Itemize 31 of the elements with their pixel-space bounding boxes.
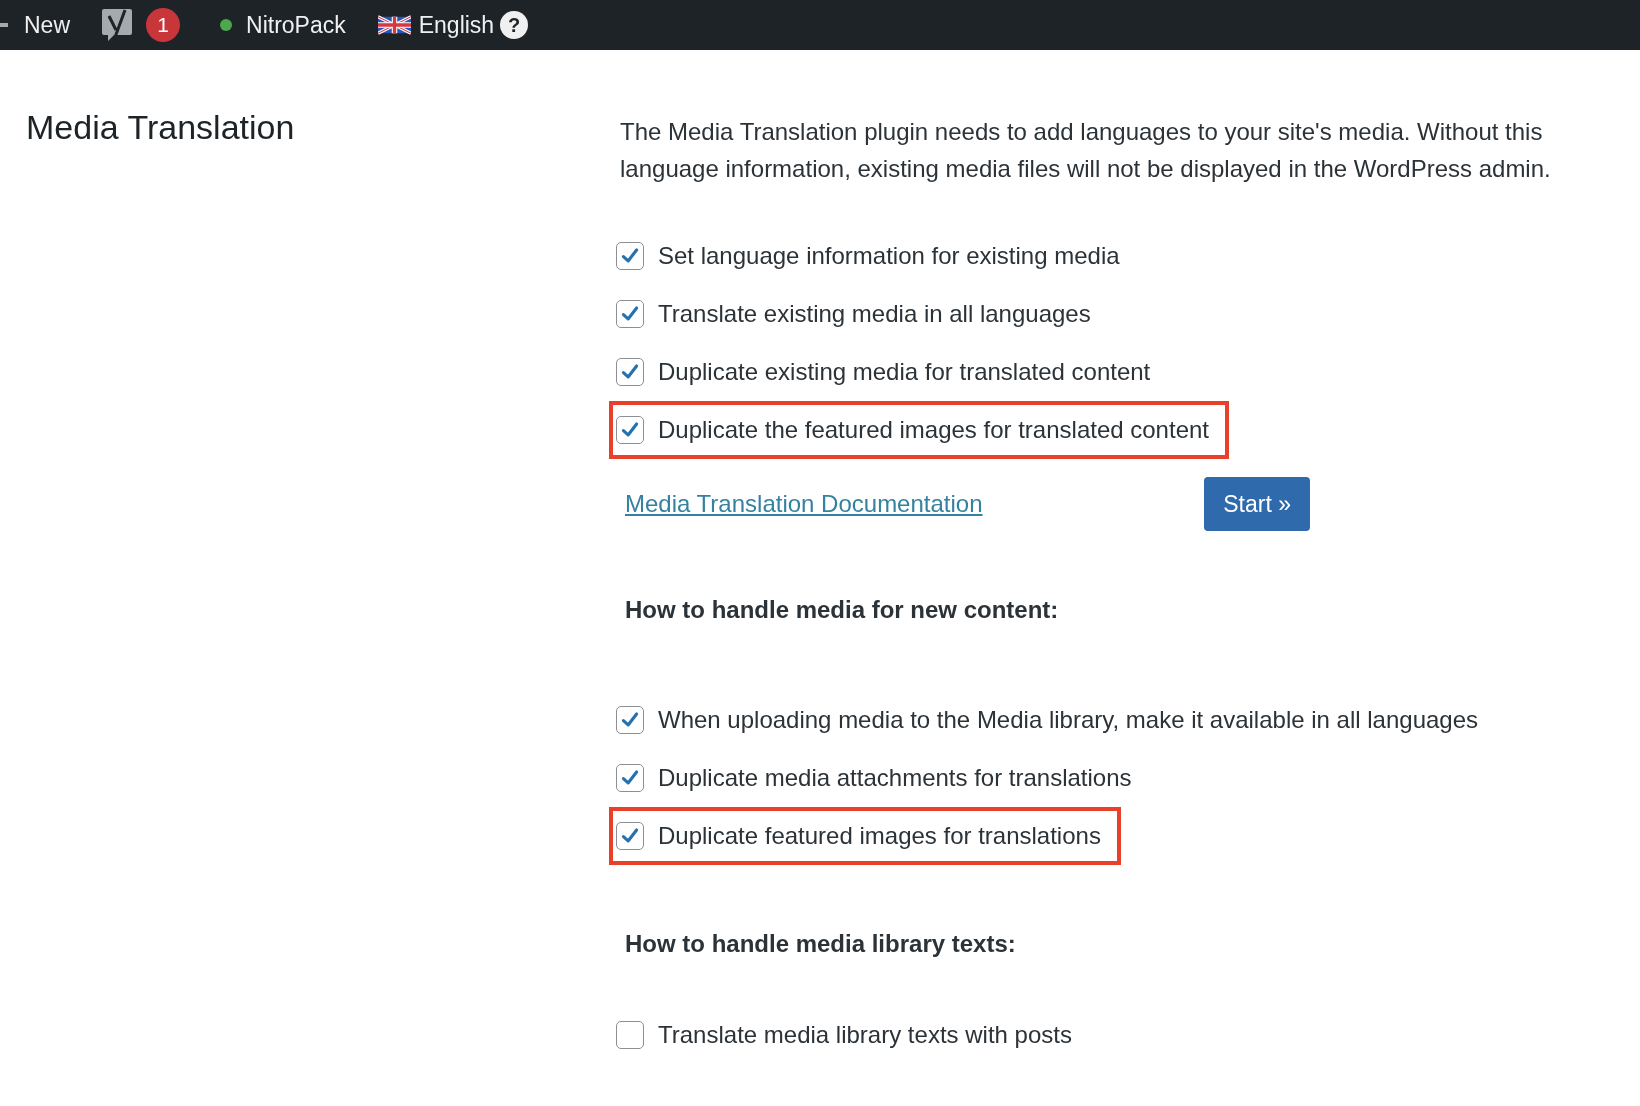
option-label: Duplicate existing media for translated content (658, 358, 1151, 386)
checkbox[interactable] (616, 416, 644, 444)
checkbox[interactable] (616, 706, 644, 734)
option-label: Duplicate featured images for translations (658, 822, 1101, 850)
start-button[interactable]: Start » (1204, 477, 1310, 531)
language-menu-item[interactable]: English (418, 11, 495, 39)
option-label: Duplicate the featured images for translated content (658, 416, 1209, 444)
notification-badge: 1 (146, 8, 180, 42)
checkbox[interactable] (616, 300, 644, 328)
description-text: The Media Translation plugin needs to add languages to your site's media. Without this language information, existing media files will not be displayed in the WordPress admin. (620, 117, 1552, 184)
new-menu-item[interactable]: New (24, 11, 70, 39)
nitropack-menu-item[interactable]: NitroPack (246, 11, 346, 39)
uk-flag-icon (377, 15, 411, 35)
option-label: Set language information for existing media (658, 242, 1120, 270)
option-label: Translate existing media in all languages (658, 300, 1091, 328)
checkbox[interactable] (616, 822, 644, 850)
option-label: Translate media library texts with posts (658, 1021, 1072, 1049)
section-heading: How to handle media for new content: (625, 596, 1060, 625)
checkbox[interactable] (616, 358, 644, 386)
page-title: Media Translation (26, 108, 296, 147)
option-label: When uploading media to the Media library, make it available in all languages (658, 706, 1479, 734)
seo-plugin-icon[interactable] (100, 7, 134, 43)
section-heading: How to handle media library texts: (625, 930, 1017, 959)
checkbox[interactable] (616, 764, 644, 792)
documentation-link[interactable]: Media Translation Documentation (625, 490, 983, 518)
status-dot (220, 19, 232, 31)
option-label: Duplicate media attachments for translations (658, 764, 1132, 792)
checkbox[interactable] (616, 242, 644, 270)
menu-edge-mark (0, 23, 8, 27)
help-icon[interactable]: ? (500, 11, 529, 39)
checkbox[interactable] (616, 1021, 644, 1049)
